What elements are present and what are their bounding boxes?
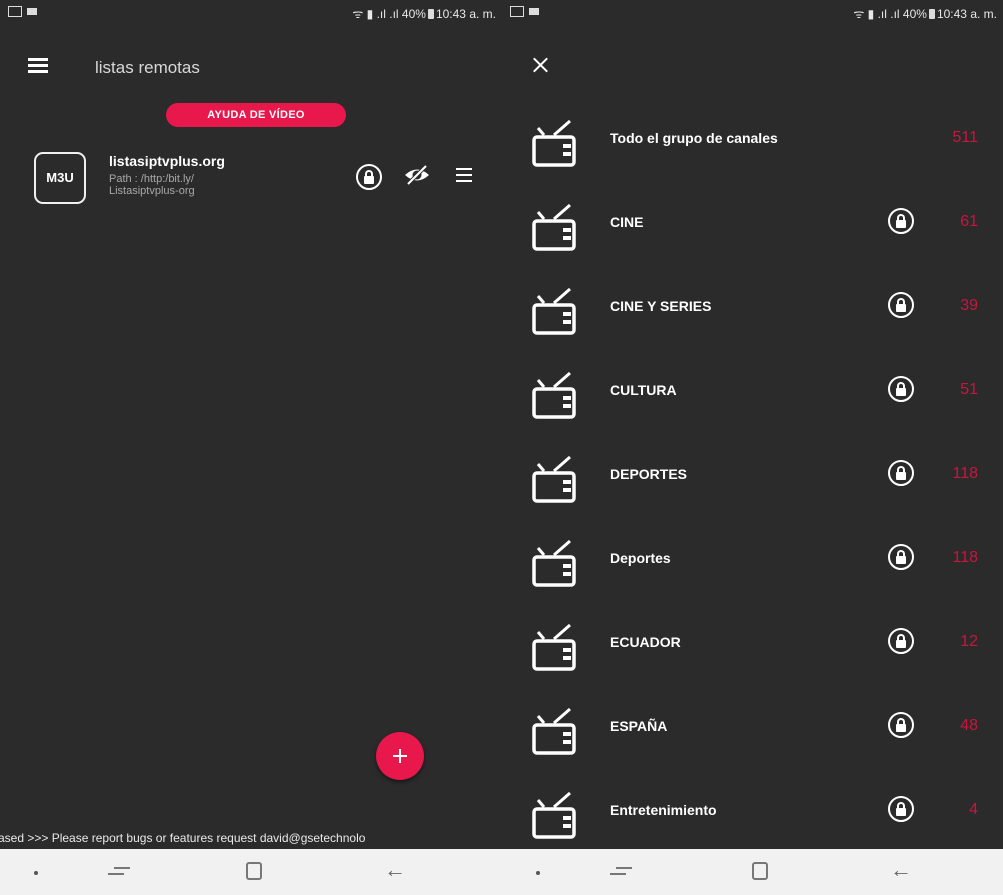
m3u-badge: M3U — [34, 152, 86, 204]
status-bar: ᯤ ▮ .ıl .ıl 40% 10:43 a. m. — [0, 0, 502, 26]
recents-icon[interactable] — [108, 863, 130, 881]
back-icon[interactable]: ← — [890, 859, 912, 881]
channel-row[interactable]: Entretenimiento 4 — [502, 767, 1003, 851]
channel-count: 51 — [960, 381, 978, 398]
video-icon — [27, 8, 37, 15]
channel-count: 118 — [952, 549, 978, 566]
channel-name: CINE — [610, 214, 644, 230]
video-icon — [529, 8, 539, 15]
nav-dot-icon — [536, 871, 540, 875]
close-icon[interactable] — [531, 54, 553, 76]
channel-row[interactable]: CINE 61 — [502, 179, 1003, 263]
lock-icon[interactable] — [888, 544, 914, 570]
lock-icon[interactable] — [888, 712, 914, 738]
lock-icon[interactable] — [888, 628, 914, 654]
lock-icon[interactable] — [888, 460, 914, 486]
signal-icon: ᯤ ▮ .ıl .ıl — [352, 7, 402, 21]
channel-name: ESPAÑA — [610, 718, 668, 734]
nav-dot-icon — [34, 871, 38, 875]
battery-icon — [427, 9, 434, 19]
playlist-item[interactable]: M3U listasiptvplus.org Path : /http:/bit… — [34, 150, 474, 210]
signal-icon: ᯤ ▮ .ıl .ıl — [853, 7, 903, 21]
tv-icon — [532, 287, 576, 335]
page-title: listas remotas — [95, 58, 200, 77]
notification-icons — [510, 6, 539, 17]
gallery-icon — [8, 6, 22, 17]
news-ticker: ased >>> Please report bugs or features … — [0, 827, 502, 849]
tv-icon — [532, 707, 576, 755]
tv-icon — [532, 539, 576, 587]
lock-icon[interactable] — [888, 796, 914, 822]
battery-percent: 40% — [401, 7, 426, 21]
ticker-text: ased >>> Please report bugs or features … — [0, 831, 366, 845]
channel-name: Entretenimiento — [610, 802, 717, 818]
channel-name: Todo el grupo de canales — [610, 130, 778, 146]
channel-count: 61 — [960, 213, 978, 230]
nav-bar: ← — [502, 849, 1003, 895]
channel-row[interactable]: DEPORTES 118 — [502, 431, 1003, 515]
status-right: ᯤ ▮ .ıl .ıl 40% 10:43 a. m. — [853, 5, 997, 22]
left-panel: ᯤ ▮ .ıl .ıl 40% 10:43 a. m. listas remota… — [0, 0, 502, 895]
channel-count: 48 — [960, 717, 978, 734]
home-icon[interactable] — [752, 862, 768, 880]
channel-name: Deportes — [610, 550, 671, 566]
channel-name: CINE Y SERIES — [610, 298, 712, 314]
battery-icon — [928, 9, 935, 19]
back-icon[interactable]: ← — [384, 859, 406, 881]
channel-row[interactable]: Todo el grupo de canales 511 — [502, 95, 1003, 179]
status-bar: ᯤ ▮ .ıl .ıl 40% 10:43 a. m. — [502, 0, 1003, 26]
tv-icon — [532, 119, 576, 167]
nav-bar: ← — [0, 849, 502, 895]
recents-icon[interactable] — [610, 863, 632, 881]
channel-name: ECUADOR — [610, 634, 681, 650]
clock: 10:43 a. m. — [435, 7, 496, 21]
lock-icon[interactable] — [888, 292, 914, 318]
channel-row[interactable]: ESPAÑA 48 — [502, 683, 1003, 767]
channel-count: 118 — [952, 465, 978, 482]
channel-row[interactable]: CULTURA 51 — [502, 347, 1003, 431]
battery-percent: 40% — [902, 7, 927, 21]
menu-icon[interactable] — [456, 168, 472, 182]
video-help-button[interactable]: AYUDA DE VÍDEO — [166, 103, 346, 127]
tv-icon — [532, 623, 576, 671]
notification-icons — [8, 6, 37, 17]
status-right: ᯤ ▮ .ıl .ıl 40% 10:43 a. m. — [352, 5, 496, 22]
home-icon[interactable] — [246, 862, 262, 880]
channel-name: CULTURA — [610, 382, 677, 398]
channel-count: 12 — [960, 633, 978, 650]
channel-count: 511 — [952, 129, 978, 146]
channel-name: DEPORTES — [610, 466, 688, 482]
add-button[interactable] — [376, 732, 424, 780]
lock-icon[interactable] — [888, 208, 914, 234]
channel-count: 39 — [960, 297, 978, 314]
tv-icon — [532, 455, 576, 503]
clock: 10:43 a. m. — [936, 7, 997, 21]
tv-icon — [532, 371, 576, 419]
tv-icon — [532, 203, 576, 251]
channel-row[interactable]: ECUADOR 12 — [502, 599, 1003, 683]
lock-icon[interactable] — [888, 376, 914, 402]
eye-off-icon[interactable] — [402, 160, 432, 190]
tv-icon — [532, 791, 576, 839]
playlist-name: listasiptvplus.org — [109, 153, 225, 169]
channel-row[interactable]: Deportes 118 — [502, 515, 1003, 599]
gallery-icon — [510, 6, 524, 17]
playlist-path: Path : /http:/bit.ly/ Listasiptvplus-org — [109, 173, 195, 197]
channel-row[interactable]: CINE Y SERIES 39 — [502, 263, 1003, 347]
lock-icon[interactable] — [356, 164, 382, 190]
hamburger-icon[interactable] — [28, 58, 48, 74]
right-panel: ᯤ ▮ .ıl .ıl 40% 10:43 a. m. Todo el grupo… — [502, 0, 1003, 895]
channel-count: 4 — [969, 801, 978, 818]
